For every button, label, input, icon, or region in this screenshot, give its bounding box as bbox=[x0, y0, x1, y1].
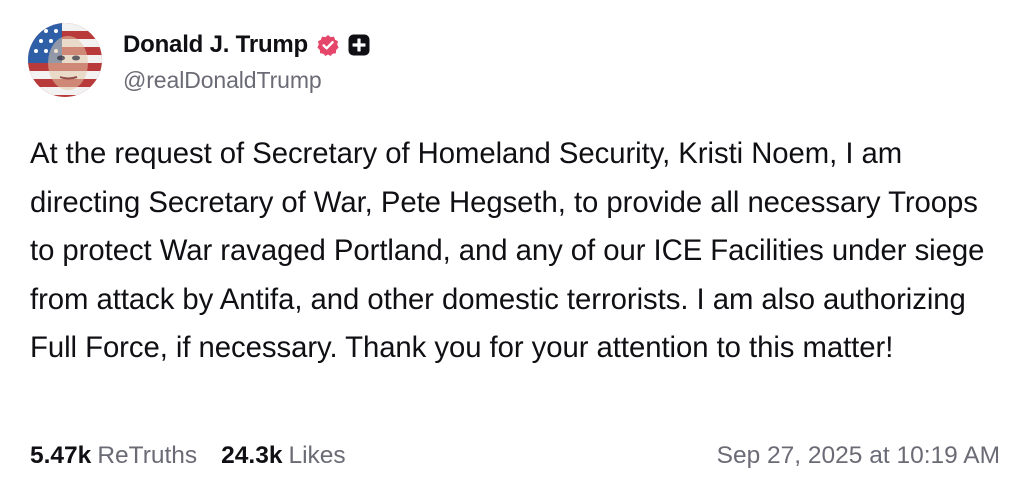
retruths-stat[interactable]: 5.47k ReTruths bbox=[30, 442, 197, 470]
likes-label: Likes bbox=[288, 442, 346, 469]
likes-count: 24.3k bbox=[221, 442, 283, 469]
verified-badge-icon bbox=[317, 34, 339, 56]
post-card: Donald J. Trump @realDonaldTrump At the … bbox=[0, 0, 1024, 492]
retruths-count: 5.47k bbox=[30, 442, 92, 469]
retruths-label: ReTruths bbox=[97, 442, 198, 469]
post-header: Donald J. Trump @realDonaldTrump bbox=[28, 22, 370, 98]
plus-badge-icon bbox=[348, 34, 370, 56]
avatar[interactable] bbox=[28, 23, 102, 97]
display-name-row: Donald J. Trump bbox=[123, 27, 370, 63]
author-handle[interactable]: @realDonaldTrump bbox=[123, 67, 370, 94]
avatar-image bbox=[28, 23, 102, 97]
likes-stat[interactable]: 24.3k Likes bbox=[221, 442, 346, 470]
author-names: Donald J. Trump @realDonaldTrump bbox=[123, 27, 370, 94]
post-timestamp[interactable]: Sep 27, 2025 at 10:19 AM bbox=[717, 442, 1000, 470]
display-name[interactable]: Donald J. Trump bbox=[123, 31, 308, 59]
post-footer: 5.47k ReTruths 24.3k Likes Sep 27, 2025 … bbox=[30, 436, 1000, 476]
post-text: At the request of Secretary of Homeland … bbox=[30, 137, 985, 365]
